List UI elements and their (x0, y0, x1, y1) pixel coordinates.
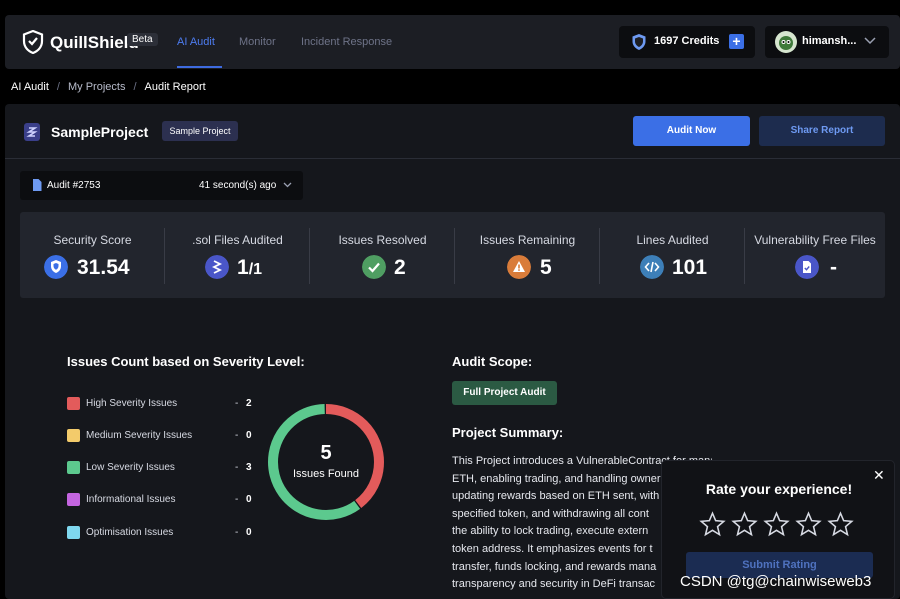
severity-swatch (67, 526, 80, 539)
stat-value: 101 (672, 256, 708, 279)
nav-incident-response[interactable]: Incident Response (301, 36, 392, 48)
shield-icon (44, 255, 68, 279)
star-icon[interactable] (827, 511, 854, 538)
severity-count: 0 (246, 527, 252, 538)
user-menu[interactable]: himansh... (765, 26, 889, 58)
stat-value: 5 (540, 256, 552, 279)
watermark-text: CSDN @tg@chainwiseweb3 (680, 573, 872, 590)
severity-swatch (67, 429, 80, 442)
rating-title: Rate your experience! (705, 481, 853, 497)
breadcrumb-ai-audit[interactable]: AI Audit (11, 81, 49, 93)
project-tag-badge: Sample Project (162, 121, 238, 141)
severity-dash: - (235, 462, 239, 473)
stat-lines-audited: Lines Audited 101 (600, 212, 745, 298)
audit-version-dropdown[interactable]: Audit #2753 41 second(s) ago (20, 171, 303, 200)
rating-stars (699, 511, 859, 543)
breadcrumb-separator: / (56, 81, 60, 93)
star-icon[interactable] (699, 511, 726, 538)
quillshield-logo-icon[interactable] (22, 30, 44, 54)
severity-name: High Severity Issues (86, 398, 178, 409)
severity-dash: - (235, 527, 239, 538)
stat-value: - (830, 256, 837, 279)
audit-scope-title: Audit Scope: (452, 354, 533, 369)
breadcrumb: AI Audit / My Projects / Audit Report (11, 81, 206, 93)
severity-name: Optimisation Issues (86, 527, 174, 538)
severity-dash: - (235, 398, 239, 409)
breadcrumb-my-projects[interactable]: My Projects (68, 81, 125, 93)
add-credits-button[interactable]: + (729, 34, 744, 49)
severity-swatch (67, 461, 80, 474)
severity-name: Medium Severity Issues (86, 430, 193, 441)
stat-value: 2 (394, 256, 406, 279)
stat-label: Lines Audited (636, 233, 709, 247)
code-icon (640, 255, 664, 279)
credits-shield-icon (632, 34, 646, 50)
stat-label: Security Score (53, 233, 132, 247)
active-nav-indicator (177, 66, 222, 68)
breadcrumb-audit-report: Audit Report (144, 81, 206, 93)
beta-badge: Beta (127, 33, 158, 46)
solidity-icon (205, 255, 229, 279)
severity-swatch (67, 493, 80, 506)
severity-count: 3 (246, 462, 252, 473)
stat-label: Issues Remaining (479, 233, 576, 247)
file-check-icon (795, 255, 819, 279)
audit-now-button[interactable]: Audit Now (633, 116, 750, 146)
severity-count: 0 (246, 494, 252, 505)
document-icon (33, 179, 42, 191)
stat-label: .sol Files Audited (192, 233, 283, 247)
severity-count: 2 (246, 398, 252, 409)
stats-bar: Security Score 31.54 .sol Files Audited … (20, 212, 885, 298)
stat-value: 31.54 (77, 256, 130, 279)
warning-icon (507, 255, 531, 279)
share-report-button[interactable]: Share Report (759, 116, 885, 146)
audit-number: Audit #2753 (47, 180, 101, 191)
project-title: SampleProject (51, 124, 149, 140)
avatar-icon (779, 36, 793, 50)
brand-name[interactable]: QuillShield (50, 33, 139, 53)
severity-swatch (67, 397, 80, 410)
stat-value-main: 1 (237, 256, 249, 279)
credits-count: 1697 Credits (654, 35, 720, 47)
nav-ai-audit[interactable]: AI Audit (177, 36, 215, 48)
stat-value: 1/1 (237, 256, 262, 280)
severity-dash: - (235, 494, 239, 505)
stat-label: Vulnerability Free Files (754, 233, 876, 247)
issues-total-label: Issues Found (292, 468, 360, 480)
nav-monitor[interactable]: Monitor (239, 36, 276, 48)
audit-time: 41 second(s) ago (199, 180, 277, 191)
avatar[interactable] (775, 31, 797, 53)
user-name[interactable]: himansh... (802, 35, 856, 47)
stat-security-score: Security Score 31.54 (20, 212, 165, 298)
severity-title: Issues Count based on Severity Level: (67, 354, 305, 369)
project-icon (24, 123, 40, 141)
severity-name: Low Severity Issues (86, 462, 175, 473)
chevron-down-icon[interactable] (864, 37, 876, 45)
stat-sol-files-audited: .sol Files Audited 1/1 (165, 212, 310, 298)
stat-value-suffix: /1 (248, 261, 263, 278)
issues-total: 5 (320, 442, 332, 464)
project-summary-title: Project Summary: (452, 425, 564, 440)
stat-issues-remaining: Issues Remaining 5 (455, 212, 600, 298)
star-icon[interactable] (763, 511, 790, 538)
stat-issues-resolved: Issues Resolved 2 (310, 212, 455, 298)
severity-count: 0 (246, 430, 252, 441)
severity-dash: - (235, 430, 239, 441)
star-icon[interactable] (795, 511, 822, 538)
severity-name: Informational Issues (86, 494, 176, 505)
chevron-down-icon[interactable] (283, 182, 292, 188)
project-header: SampleProject Sample Project Audit Now S… (5, 104, 900, 159)
credits-box: 1697 Credits + (619, 26, 755, 58)
audit-scope-badge: Full Project Audit (452, 381, 557, 405)
stat-label: Issues Resolved (338, 233, 427, 247)
star-icon[interactable] (731, 511, 758, 538)
breadcrumb-separator: / (133, 81, 137, 93)
stat-vulnerability-free-files: Vulnerability Free Files - (745, 212, 885, 298)
check-icon (362, 255, 386, 279)
top-navbar: QuillShield Beta AI Audit Monitor Incide… (5, 15, 900, 69)
